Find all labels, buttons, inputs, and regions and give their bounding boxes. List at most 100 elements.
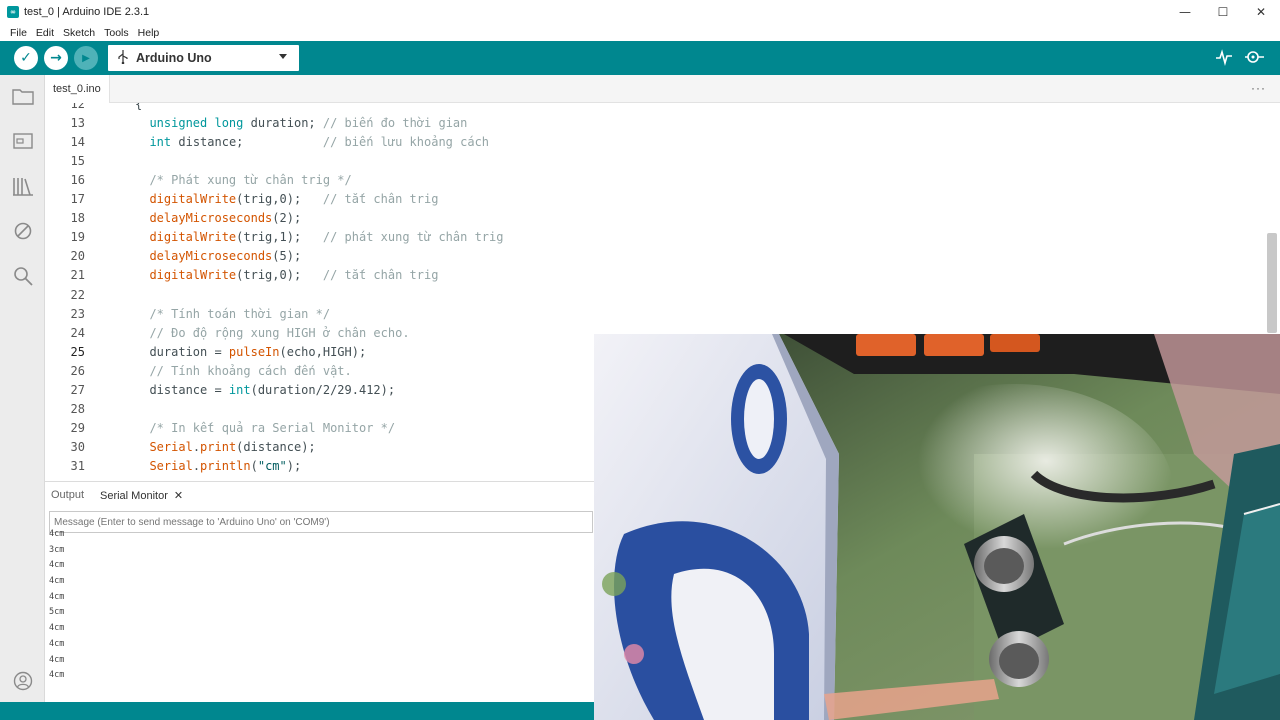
arrow-right-icon: →: [50, 50, 62, 66]
line-number: 29: [70, 421, 85, 436]
code-text: distance = int(duration/2/29.412);: [135, 383, 396, 397]
line-number: 19: [70, 230, 85, 245]
serial-output-line: 4cm: [49, 623, 65, 634]
serial-output: 4cm 3cm 4cm 4cm 4cm 5cm 4cm 4cm 4cm 4cm: [49, 529, 589, 684]
code-text: int distance; // biến lưu khoảng cách: [149, 134, 490, 149]
plotter-icon: [1216, 49, 1232, 66]
arduino-logo-icon: ∞: [7, 6, 19, 18]
title-bar: ∞ test_0 | Arduino IDE 2.3.1 — ☐ ✕: [0, 0, 1280, 24]
tab-output[interactable]: Output: [51, 489, 84, 501]
code-text: {: [135, 103, 143, 111]
debug-icon[interactable]: [12, 220, 34, 242]
boards-manager-icon[interactable]: [12, 130, 34, 152]
line-number: 16: [70, 172, 85, 187]
usb-icon: [118, 49, 128, 67]
serial-monitor-button[interactable]: [1244, 48, 1266, 70]
line-number: 23: [70, 306, 85, 321]
tab-serial-monitor-label: Serial Monitor: [100, 490, 168, 502]
code-text: delayMicroseconds(2);: [149, 211, 302, 226]
sketchbook-icon[interactable]: [12, 85, 34, 107]
serial-output-line: 4cm: [49, 670, 65, 681]
window-controls: — ☐ ✕: [1166, 0, 1280, 24]
minimize-button[interactable]: —: [1166, 0, 1204, 24]
debug-play-icon: ▶: [82, 52, 90, 64]
menu-tools[interactable]: Tools: [104, 27, 129, 39]
line-number: 27: [70, 383, 85, 397]
code-text: Serial.println("cm");: [149, 459, 302, 474]
tab-test-0-ino[interactable]: test_0.ino: [45, 75, 110, 103]
line-number: 13: [70, 115, 85, 130]
serial-output-line: 4cm: [49, 576, 65, 587]
monitor-icon: [1245, 51, 1264, 63]
activity-bar: [0, 75, 45, 702]
editor-scrollbar[interactable]: [1267, 233, 1277, 333]
line-number: 28: [70, 402, 85, 417]
code-text: /* Tính toán thời gian */: [149, 306, 331, 321]
more-options-icon[interactable]: ···: [1251, 81, 1266, 95]
code-line[interactable]: 20 delayMicroseconds(5);: [45, 247, 1265, 266]
serial-output-line: 3cm: [49, 544, 65, 555]
code-line[interactable]: 15: [45, 151, 1265, 170]
camera-video-overlay: [594, 334, 1280, 720]
line-number: 20: [70, 249, 85, 264]
line-number: 17: [70, 192, 85, 206]
code-line[interactable]: 18 delayMicroseconds(2);: [45, 209, 1265, 228]
code-line[interactable]: 17 digitalWrite(trig,0); // tắt chân tri…: [45, 190, 1265, 209]
line-number: 21: [70, 268, 85, 283]
code-line[interactable]: 21 digitalWrite(trig,0); // tắt chân tri…: [45, 266, 1265, 285]
line-number: 15: [70, 153, 85, 168]
line-number: 26: [70, 363, 85, 378]
maximize-button[interactable]: ☐: [1204, 0, 1242, 24]
line-number: 12: [70, 103, 85, 111]
verify-button[interactable]: ✓: [14, 46, 38, 70]
code-line[interactable]: 23 /* Tính toán thời gian */: [45, 304, 1265, 323]
debug-button[interactable]: ▶: [74, 46, 98, 70]
line-number: 31: [70, 459, 85, 474]
close-button[interactable]: ✕: [1242, 0, 1280, 24]
serial-output-line: 4cm: [49, 560, 65, 571]
serial-output-line: 5cm: [49, 607, 65, 618]
code-line[interactable]: 19 digitalWrite(trig,1); // phát xung từ…: [45, 228, 1265, 247]
code-text: Serial.print(distance);: [149, 440, 316, 455]
close-icon[interactable]: ✕: [174, 489, 183, 502]
menu-sketch[interactable]: Sketch: [63, 27, 95, 39]
board-name: Arduino Uno: [136, 51, 212, 65]
code-line[interactable]: 13 unsigned long duration; // biến đo th…: [45, 113, 1265, 132]
line-number: 24: [70, 325, 85, 340]
code-text: digitalWrite(trig,1); // phát xung từ ch…: [149, 230, 504, 245]
line-number: 22: [70, 287, 85, 302]
menu-bar: File Edit Sketch Tools Help: [0, 24, 1280, 41]
profile-icon[interactable]: [12, 670, 34, 692]
serial-output-line: 4cm: [49, 638, 65, 649]
line-number: 30: [70, 440, 85, 455]
checkmark-icon: ✓: [20, 50, 32, 66]
menu-help[interactable]: Help: [138, 27, 160, 39]
editor-tab-bar: test_0.ino ···: [45, 75, 1280, 103]
board-selector[interactable]: Arduino Uno: [108, 45, 299, 71]
search-icon[interactable]: [12, 265, 34, 287]
toolbar: ✓ → ▶ Arduino Uno: [0, 41, 1280, 75]
tab-label: test_0.ino: [53, 83, 101, 95]
code-text: /* In kết quả ra Serial Monitor */: [149, 421, 396, 436]
serial-output-line: 4cm: [49, 529, 65, 539]
code-text: unsigned long duration; // biến đo thời …: [149, 115, 468, 130]
code-text: /* Phát xung từ chân trig */: [149, 172, 352, 187]
code-line[interactable]: 12 {: [45, 103, 1265, 113]
serial-output-line: 4cm: [49, 591, 65, 602]
code-line[interactable]: 22: [45, 285, 1265, 304]
line-number: 25: [70, 344, 85, 359]
tab-serial-monitor[interactable]: Serial Monitor ✕: [100, 489, 183, 502]
menu-edit[interactable]: Edit: [36, 27, 54, 39]
serial-plotter-button[interactable]: [1215, 48, 1233, 70]
line-number: 18: [70, 211, 85, 226]
menu-file[interactable]: File: [10, 27, 27, 39]
code-text: digitalWrite(trig,0); // tắt chân trig: [149, 268, 439, 283]
code-text: // Tính khoảng cách đến vật.: [149, 363, 352, 378]
window-title: test_0 | Arduino IDE 2.3.1: [24, 6, 150, 18]
library-manager-icon[interactable]: [12, 175, 34, 197]
code-text: delayMicroseconds(5);: [149, 249, 302, 264]
code-line[interactable]: 16 /* Phát xung từ chân trig */: [45, 170, 1265, 189]
upload-button[interactable]: →: [44, 46, 68, 70]
code-line[interactable]: 14 int distance; // biến lưu khoảng cách: [45, 132, 1265, 151]
line-number: 14: [70, 134, 85, 149]
